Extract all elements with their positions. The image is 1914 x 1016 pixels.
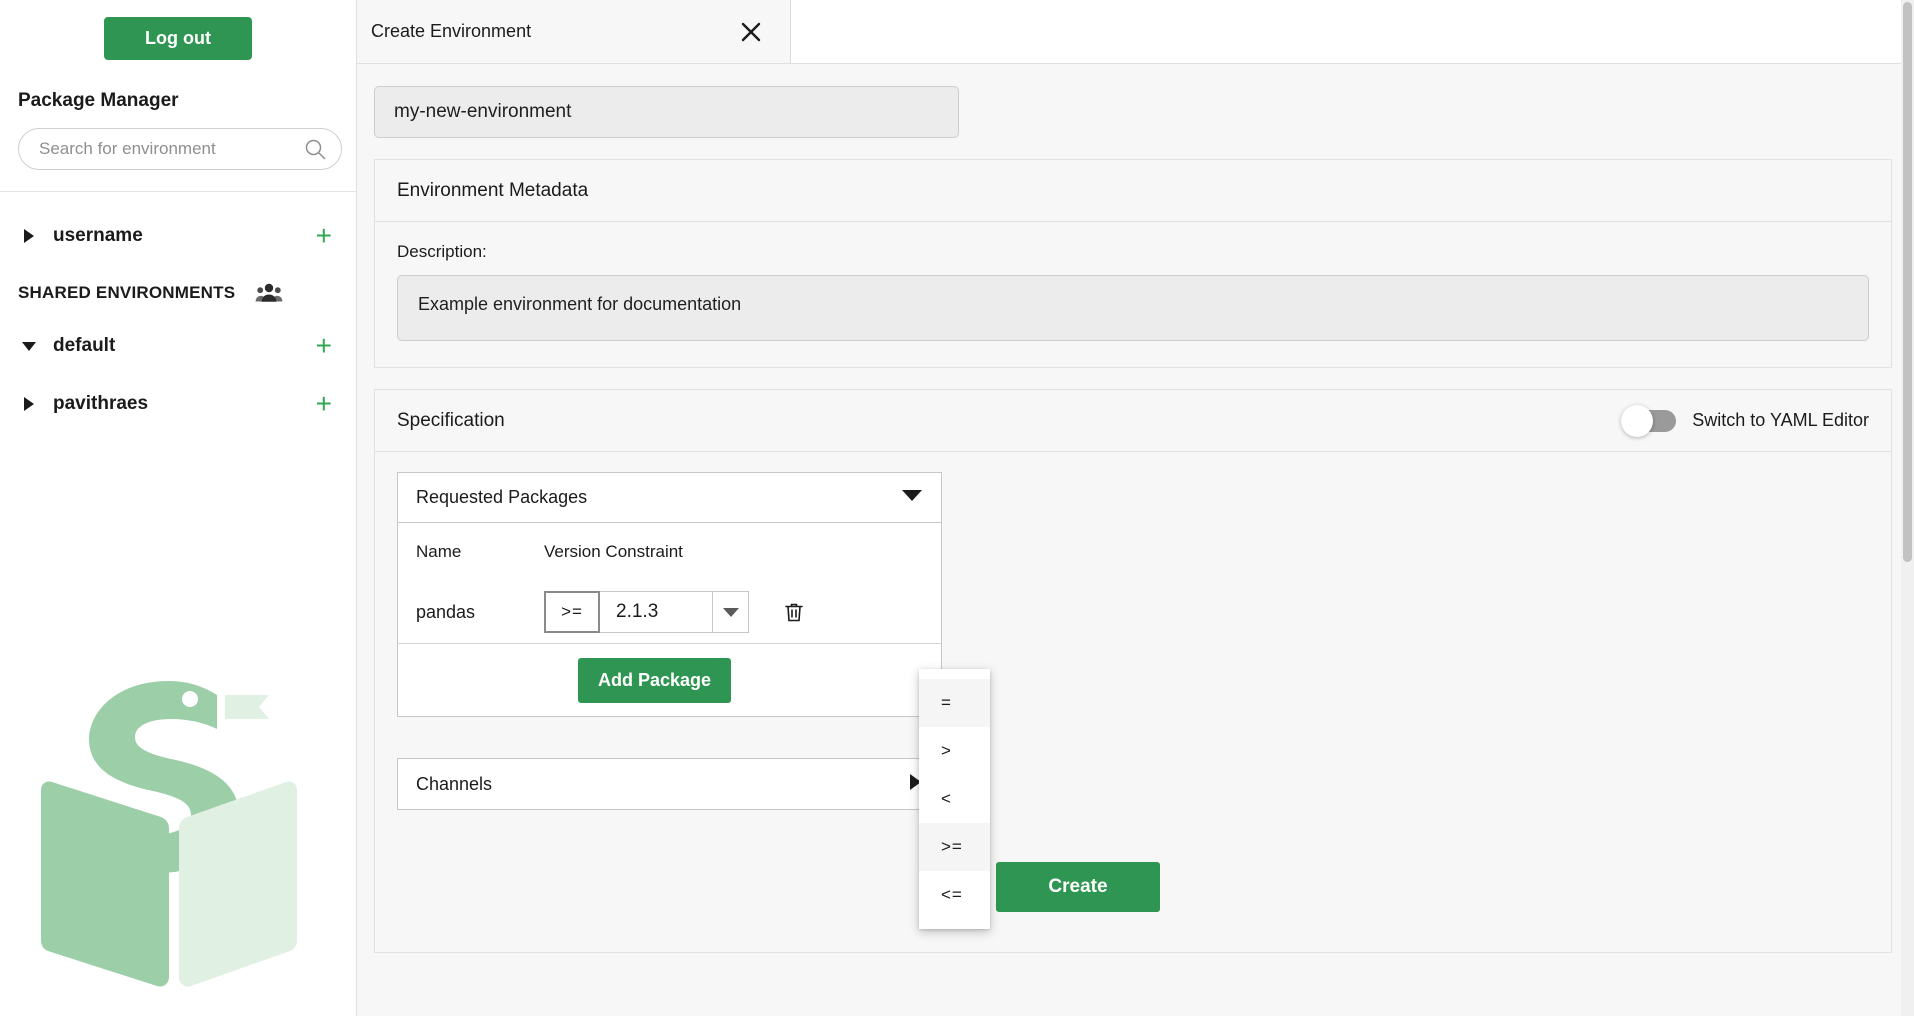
sidebar-divider <box>0 191 356 192</box>
operator-option-lte[interactable]: <= <box>919 871 990 919</box>
environment-metadata-title: Environment Metadata <box>397 179 589 201</box>
operator-select[interactable]: >= <box>544 591 600 633</box>
create-button-row: Create <box>397 862 1869 912</box>
sidebar-item-label: pavithraes <box>53 393 149 414</box>
yaml-editor-toggle-label: Switch to YAML Editor <box>1692 410 1869 430</box>
operator-option-eq[interactable]: = <box>919 679 990 727</box>
requested-packages-panel: Requested Packages Name Version Constrai… <box>397 472 942 717</box>
environment-tree: username + SHARED ENVIRONMENTS default +… <box>0 214 356 426</box>
specification-card: Specification Switch to YAML Editor Requ… <box>374 389 1892 953</box>
tab-bar: Create Environment <box>357 0 1914 64</box>
yaml-editor-toggle-group[interactable]: Switch to YAML Editor <box>1621 404 1869 437</box>
shared-environments-header: SHARED ENVIRONMENTS <box>18 276 338 310</box>
add-environment-button-default[interactable]: + <box>316 332 338 360</box>
add-environment-button-pavithraes[interactable]: + <box>316 390 338 418</box>
toggle-knob <box>1621 404 1654 437</box>
chevron-right-icon[interactable] <box>18 225 40 247</box>
tab-bar-empty-area <box>791 0 1914 63</box>
scrollbar-thumb[interactable] <box>1903 2 1912 562</box>
sidebar-top: Log out Package Manager <box>0 0 356 170</box>
table-row: pandas >= 2.1.3 <box>398 581 941 643</box>
chevron-right-icon[interactable] <box>18 393 40 415</box>
version-input[interactable]: 2.1.3 <box>600 591 713 633</box>
tab-label: Create Environment <box>371 21 532 41</box>
logout-button[interactable]: Log out <box>104 17 252 60</box>
main-panel: Create Environment my-new-environment En… <box>357 0 1914 1016</box>
version-constraint-group: >= 2.1.3 <box>544 591 749 633</box>
operator-dropdown-menu[interactable]: = > < >= <= <box>919 669 990 929</box>
add-package-row: Add Package <box>398 644 941 716</box>
sidebar-item-username[interactable]: username + <box>18 214 338 258</box>
close-icon[interactable] <box>738 19 764 45</box>
table-header-row: Name Version Constraint <box>398 523 941 581</box>
page-title: Package Manager <box>18 90 179 111</box>
sidebar-item-label: username <box>53 225 143 246</box>
sidebar-item-pavithraes[interactable]: pavithraes + <box>18 382 338 426</box>
operator-option-lt[interactable]: < <box>919 775 990 823</box>
column-header-version-constraint: Version Constraint <box>544 542 683 561</box>
logout-row: Log out <box>18 0 338 60</box>
create-button[interactable]: Create <box>996 862 1160 912</box>
column-header-name: Name <box>416 542 462 561</box>
environment-metadata-header: Environment Metadata <box>375 160 1891 222</box>
chevron-down-icon[interactable] <box>713 591 749 633</box>
chevron-down-icon[interactable] <box>18 335 40 357</box>
specification-title: Specification <box>397 409 505 431</box>
description-label: Description: <box>397 242 487 261</box>
sidebar: Log out Package Manager username <box>0 0 357 1016</box>
environment-metadata-body: Description: Example environment for doc… <box>375 222 1891 367</box>
sidebar-item-default[interactable]: default + <box>18 324 338 368</box>
app-root: Log out Package Manager username <box>0 0 1914 1016</box>
specification-header: Specification Switch to YAML Editor <box>375 390 1891 452</box>
requested-packages-header[interactable]: Requested Packages <box>398 473 941 523</box>
add-package-button[interactable]: Add Package <box>578 657 732 703</box>
description-field[interactable]: Example environment for documentation <box>397 275 1869 341</box>
conda-store-logo <box>14 642 324 1002</box>
tab-create-environment[interactable]: Create Environment <box>357 0 791 63</box>
channels-title: Channels <box>416 773 493 794</box>
requested-packages-title: Requested Packages <box>416 487 588 507</box>
environment-metadata-card: Environment Metadata Description: Exampl… <box>374 159 1892 368</box>
specification-body: Requested Packages Name Version Constrai… <box>375 452 1891 952</box>
operator-option-gt[interactable]: > <box>919 727 990 775</box>
chevron-down-icon[interactable] <box>901 487 923 508</box>
search-container <box>18 128 342 170</box>
channels-panel[interactable]: Channels <box>397 758 942 810</box>
trash-icon[interactable] <box>781 599 807 625</box>
people-group-icon <box>255 282 283 304</box>
shared-environments-label: SHARED ENVIRONMENTS <box>18 283 236 302</box>
yaml-editor-toggle[interactable] <box>1621 404 1677 437</box>
requested-packages-table: Name Version Constraint pandas >= 2.1.3 <box>398 523 941 716</box>
add-environment-button-username[interactable]: + <box>316 222 338 250</box>
vertical-scrollbar[interactable] <box>1901 0 1914 1016</box>
operator-option-gte[interactable]: >= <box>919 823 990 871</box>
search-input[interactable] <box>18 128 342 170</box>
environment-name-field[interactable]: my-new-environment <box>374 86 959 138</box>
main-content: my-new-environment Environment Metadata … <box>357 64 1914 953</box>
package-name: pandas <box>416 601 476 622</box>
sidebar-item-label: default <box>53 335 116 356</box>
